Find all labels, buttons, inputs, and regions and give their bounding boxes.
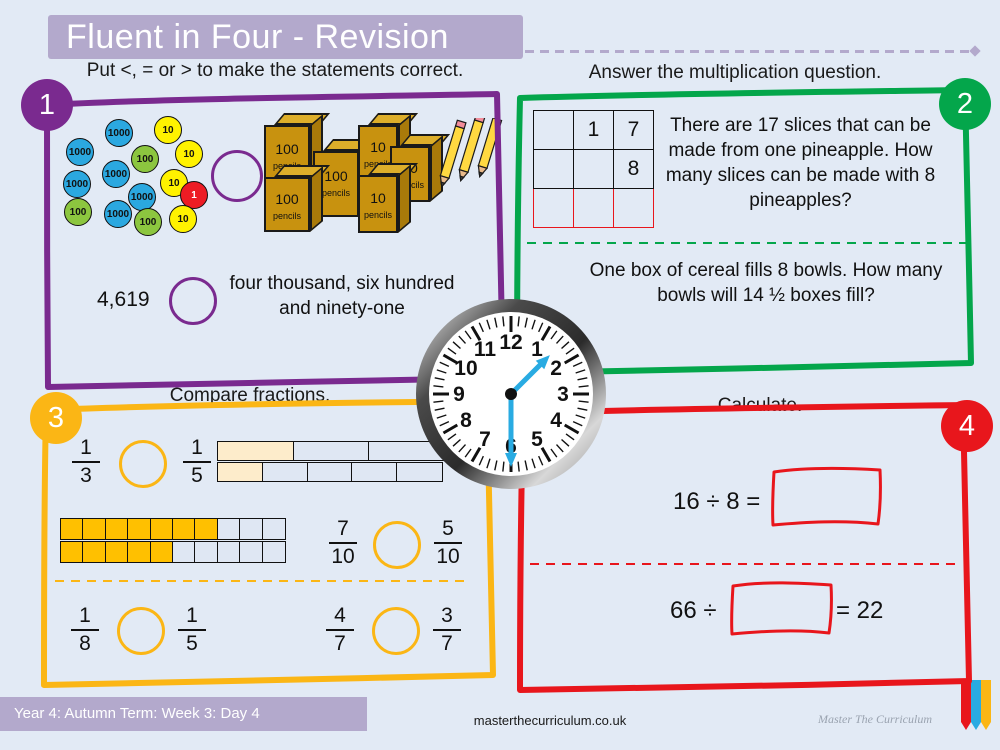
clock-numeral: 12 <box>499 331 522 354</box>
clock-numeral: 9 <box>453 383 465 406</box>
badge-quadrant-3: 3 <box>30 392 82 444</box>
badge-quadrant-1: 1 <box>21 79 73 131</box>
clock-numeral: 7 <box>479 428 491 451</box>
clock-numeral: 8 <box>460 409 472 432</box>
badge-quadrant-2: 2 <box>939 78 991 130</box>
clock-numeral: 3 <box>557 383 569 406</box>
clock-numeral: 5 <box>531 428 543 451</box>
analogue-clock: 121234567891011 <box>416 299 606 489</box>
badge-quadrant-4: 4 <box>941 400 993 452</box>
clock-numeral: 4 <box>550 409 562 432</box>
clock-numeral: 11 <box>474 338 497 361</box>
clock-numeral: 1 <box>531 338 543 361</box>
worksheet-page: Fluent in Four - Revision 1 2 3 4 Put <,… <box>0 0 1000 750</box>
clock-numeral: 2 <box>550 357 562 380</box>
